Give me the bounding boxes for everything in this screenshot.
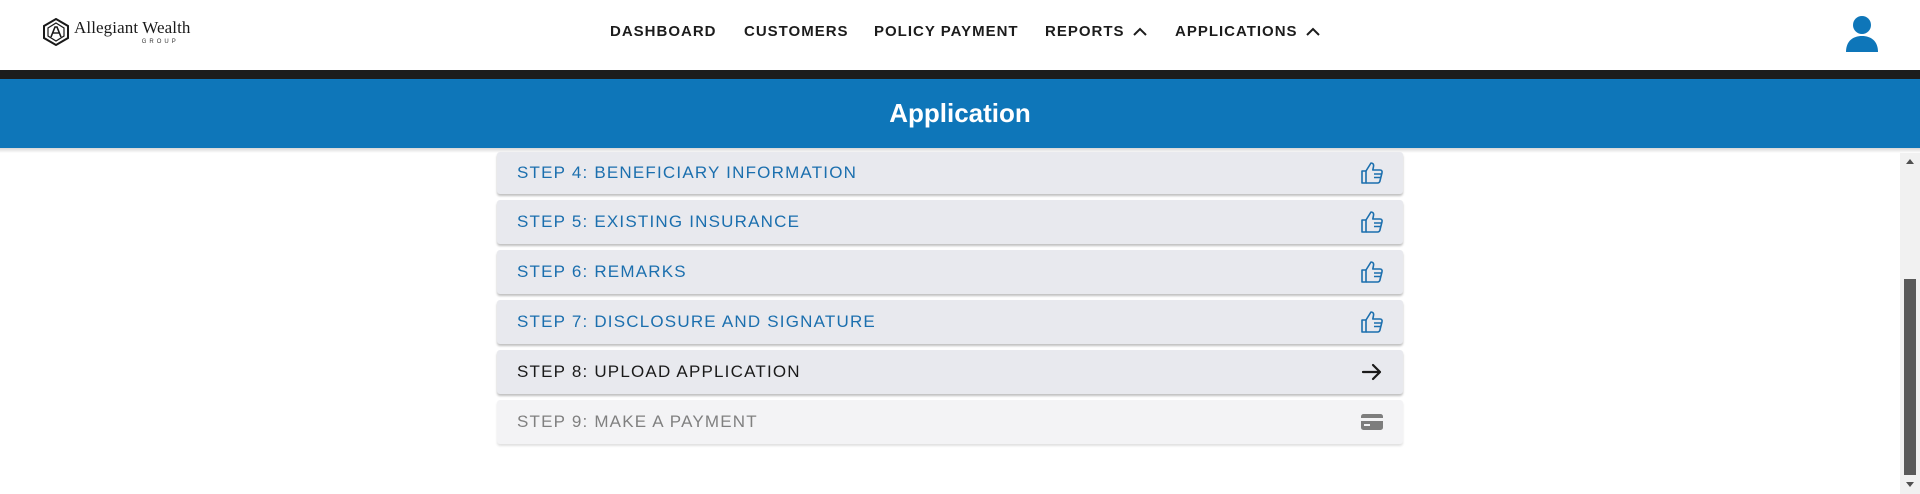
nav-label: POLICY PAYMENT — [874, 23, 1019, 40]
scrollbar-thumb[interactable] — [1904, 279, 1916, 475]
step-label: STEP 4: BENEFICIARY INFORMATION — [517, 163, 858, 182]
step-label: STEP 6: REMARKS — [517, 262, 687, 281]
nav-policy-payment[interactable]: POLICY PAYMENT — [874, 23, 1019, 40]
arrow-right-icon — [1361, 363, 1382, 381]
step-make-a-payment[interactable]: STEP 9: MAKE A PAYMENT — [497, 400, 1403, 444]
header-divider — [0, 70, 1920, 79]
scroll-down-arrow-icon[interactable] — [1905, 480, 1915, 490]
nav-label: DASHBOARD — [610, 23, 717, 40]
page-scrollbar[interactable] — [1900, 153, 1920, 494]
application-steps: STEP 4: BENEFICIARY INFORMATION STEP 5: … — [497, 152, 1403, 450]
step-label: STEP 8: UPLOAD APPLICATION — [517, 362, 801, 381]
user-avatar-icon[interactable] — [1845, 15, 1879, 53]
nav-label: APPLICATIONS — [1175, 23, 1298, 40]
step-beneficiary-information[interactable]: STEP 4: BENEFICIARY INFORMATION — [497, 152, 1403, 194]
page-title: Application — [889, 98, 1031, 128]
credit-card-icon — [1361, 414, 1383, 430]
nav-label: CUSTOMERS — [744, 23, 849, 40]
top-nav-bar: Allegiant Wealth GROUP DASHBOARD CUSTOME… — [0, 0, 1920, 70]
scroll-up-arrow-icon[interactable] — [1905, 156, 1915, 166]
chevron-up-icon — [1132, 27, 1147, 36]
chevron-up-icon — [1305, 27, 1320, 36]
main-nav: DASHBOARD CUSTOMERS POLICY PAYMENT REPOR… — [0, 23, 1920, 43]
step-label: STEP 9: MAKE A PAYMENT — [517, 412, 758, 431]
nav-applications[interactable]: APPLICATIONS — [1175, 23, 1320, 40]
step-remarks[interactable]: STEP 6: REMARKS — [497, 250, 1403, 294]
step-label: STEP 7: DISCLOSURE AND SIGNATURE — [517, 312, 876, 331]
nav-reports[interactable]: REPORTS — [1045, 23, 1147, 40]
step-existing-insurance[interactable]: STEP 5: EXISTING INSURANCE — [497, 200, 1403, 244]
step-upload-application[interactable]: STEP 8: UPLOAD APPLICATION — [497, 350, 1403, 394]
nav-label: REPORTS — [1045, 23, 1125, 40]
thumbs-up-icon — [1361, 211, 1383, 233]
thumbs-up-icon — [1361, 311, 1383, 333]
nav-customers[interactable]: CUSTOMERS — [744, 23, 849, 40]
page-title-bar: Application — [0, 79, 1920, 148]
thumbs-up-icon — [1361, 162, 1383, 184]
step-label: STEP 5: EXISTING INSURANCE — [517, 212, 801, 231]
step-disclosure-and-signature[interactable]: STEP 7: DISCLOSURE AND SIGNATURE — [497, 300, 1403, 344]
nav-dashboard[interactable]: DASHBOARD — [610, 23, 717, 40]
thumbs-up-icon — [1361, 261, 1383, 283]
